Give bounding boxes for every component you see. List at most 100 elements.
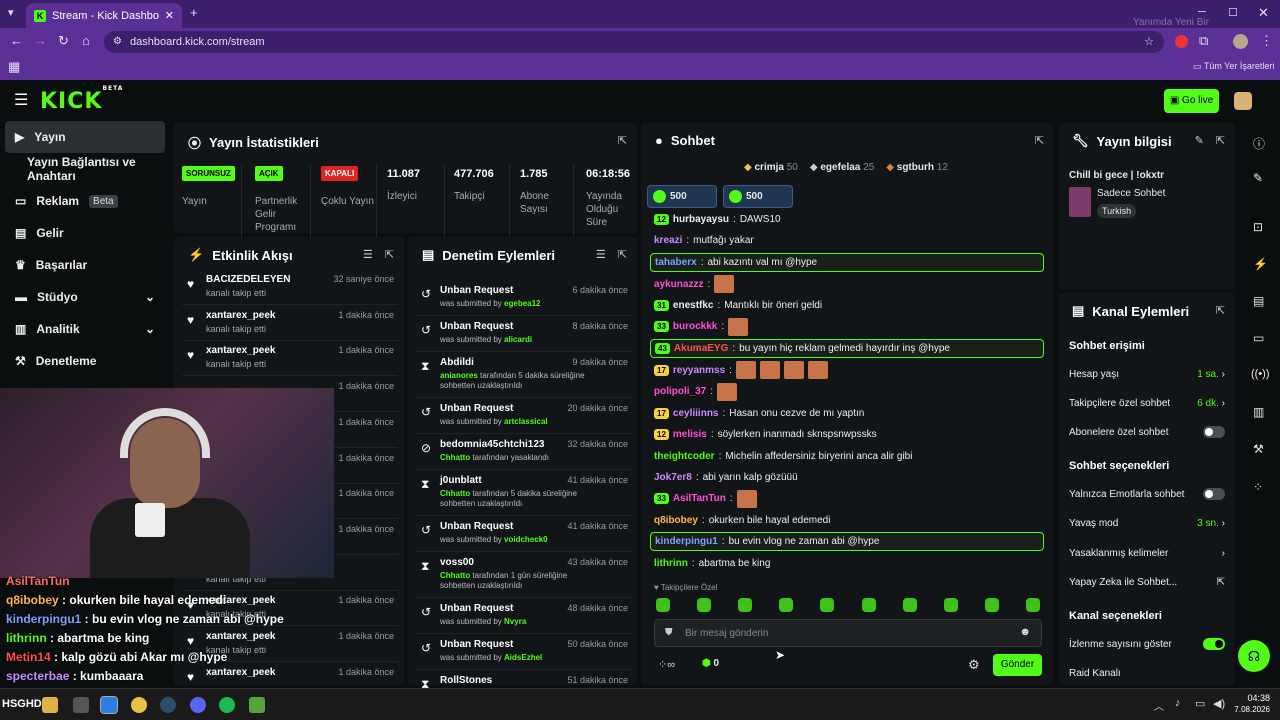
moderation-item[interactable]: ↺ Unban Request was submitted by artclassi… [416,398,632,434]
chat-message[interactable]: kreazi: mutfağı yakar [650,231,1044,250]
moderation-moderator[interactable]: egebea12 [504,299,540,308]
quick-emote-icon[interactable] [820,598,835,612]
quick-emote-icon[interactable] [943,598,958,612]
chat-username[interactable]: ceyliiinns [673,408,719,419]
pinned-gift-2[interactable]: 500 [723,185,793,208]
dots-icon[interactable]: ⁘ [1253,480,1263,494]
all-bookmarks-folder[interactable]: ▭ Tüm Yer İşaretleri [1193,61,1274,72]
quick-emote-icon[interactable] [984,598,999,612]
chat-message[interactable]: tahaberx: abi kazıntı val mı @hype [650,252,1044,272]
chat-username[interactable]: q8ibobey [654,515,698,526]
user-avatar[interactable] [1234,92,1252,110]
reload-icon[interactable]: ↻ [58,33,69,49]
chat-username[interactable]: burockkk [673,321,717,332]
channel-points[interactable]: ⬢ 0 [702,658,719,669]
chat-username[interactable]: theightcoder [654,451,715,462]
obs-icon[interactable] [100,696,118,714]
bolt-icon[interactable]: ⚡ [1253,257,1268,271]
mic-icon[interactable]: ♪ [1175,697,1181,709]
chat-message[interactable]: 33 AsilTanTun: [650,489,1044,508]
activity-item[interactable]: ♥ xantarex_peek kanalı takip etti 1 dakika … [182,340,398,377]
menu-hamburger-icon[interactable]: ☰ [14,90,28,110]
banned-words-setting[interactable]: Yasaklanmış kelimeler › [1069,544,1225,562]
chat-username[interactable]: hurbayaysu [673,214,729,225]
quick-emote-icon[interactable] [697,598,712,612]
file-explorer-icon[interactable] [42,697,58,713]
gifter-item[interactable]: ◆ sgtburh 12 [886,162,948,173]
slow-mode-setting[interactable]: Yavaş mod 3 sn. › [1069,514,1225,532]
extensions-puzzle-icon[interactable]: ⧉ [1199,33,1208,49]
moderation-item[interactable]: ↺ Unban Request was submitted by egebea12 6… [416,280,632,316]
discord-icon[interactable] [190,697,206,713]
moderation-item[interactable]: ⧗ Abdildi anianores tarafından 5 dakika sü… [416,352,632,398]
popout-icon[interactable]: ⇱ [618,248,627,261]
kick-logo[interactable]: KICKBETA [40,85,123,114]
steam-icon[interactable] [160,697,176,713]
raid-setting[interactable]: Raid Kanalı [1069,664,1225,682]
moderation-moderator[interactable]: Nvyra [504,617,526,626]
go-live-button[interactable]: ▣ Go live [1164,89,1219,113]
quick-emote-icon[interactable] [738,598,753,612]
chat-username[interactable]: tahaberx [655,257,697,268]
moderation-item[interactable]: ⧗ j0unblatt Chhatto tarafından 5 dakika sü… [416,470,632,516]
extension-icon[interactable] [1175,35,1188,48]
chat-username[interactable]: reyyanmss [673,365,725,376]
chat-username[interactable]: AkumaEYG [674,343,728,354]
subs-only-toggle[interactable] [1203,426,1225,438]
apps-grid-icon[interactable]: ▦ [8,59,20,75]
minimize-icon[interactable]: ─ [1198,6,1206,18]
edit-icon[interactable]: ✎ [1253,171,1263,185]
close-tab-icon[interactable]: ✕ [165,9,174,22]
popout-icon[interactable]: ⇱ [385,248,394,261]
spotify-icon[interactable] [219,697,235,713]
forward-icon[interactable]: → [34,33,47,48]
moderation-moderator[interactable]: AidsEzhel [504,653,542,662]
moderation-moderator[interactable]: Chhatto [440,489,470,498]
sidebar-item-analitik[interactable]: ▥ Analitik ⌄ [5,313,165,345]
pinned-gift-1[interactable]: 500 [647,185,717,208]
settings-gear-icon[interactable]: ⚙ [968,657,980,673]
maximize-icon[interactable]: ☐ [1228,6,1238,19]
chat-message[interactable]: lithrinn: abartma be king [650,554,1044,573]
chat-message[interactable]: Jok7er8: abi yarın kalp gözüüü [650,468,1044,487]
chat-message[interactable]: 12 melisis: söylerken inanmadı sknspsnwpss… [650,425,1044,444]
chat-message-input[interactable]: ⛊ Bir mesaj gönderin ☻ [654,619,1042,647]
chat-message[interactable]: 33 burockkk: [650,317,1044,336]
app-icon[interactable] [249,697,265,713]
chat-username[interactable]: AsilTanTun [673,493,726,504]
moderation-moderator[interactable]: Chhatto [440,453,470,462]
emote-only-toggle[interactable] [1203,488,1225,500]
emoji-picker-icon[interactable]: ☻ [1019,626,1031,638]
chat-username[interactable]: lithrinn [654,558,688,569]
chat-username[interactable]: Jok7er8 [654,472,692,483]
chat-message[interactable]: kinderpingu1: bu evin vlog ne zaman abi @… [650,531,1044,551]
moderation-moderator[interactable]: alicardi [504,335,532,344]
gifter-item[interactable]: ◆ egefelaa 25 [810,162,874,173]
chat-username[interactable]: polipoli_37 [654,386,706,397]
quick-emote-icon[interactable] [1025,598,1040,612]
close-window-icon[interactable]: ✕ [1258,5,1269,21]
moderation-item[interactable]: ⧗ voss00 Chhatto tarafından 1 gün süreliği… [416,552,632,598]
moderation-item[interactable]: ↺ Unban Request was submitted by Nvyra 48 d… [416,598,632,634]
filter-icon[interactable]: ☰ [596,248,606,261]
calculator-icon[interactable] [73,697,89,713]
popout-icon[interactable]: ⇱ [1216,134,1225,147]
chat-message[interactable]: q8ibobey: okurken bile hayal edemedi [650,511,1044,530]
chat-message[interactable]: 17 ceyliiinns: Hasan onu cezve de mı yaptı… [650,404,1044,423]
popout-icon[interactable]: ⇱ [1035,134,1044,147]
edit-pencil-icon[interactable]: ✎ [1195,134,1204,147]
tray-chevron-icon[interactable]: ︿ [1154,698,1164,713]
url-input[interactable]: ⚙ dashboard.kick.com/stream ☆ [104,31,1164,53]
chat-message[interactable]: 43 AkumaEYG: bu yayın hiç reklam gelmedi h… [650,338,1044,358]
chat-username[interactable]: enestfkc [673,300,714,311]
quick-emote-icon[interactable] [861,598,876,612]
chat-message[interactable]: 17 reyyanmss: [650,361,1044,380]
home-icon[interactable]: ⌂ [82,33,90,48]
sidebar-item-yayin[interactable]: ▶ Yayın [5,121,165,153]
layers-icon[interactable]: ▥ [1253,405,1264,419]
followers-only-setting[interactable]: Takipçilere özel sohbet 6 dk. › [1069,394,1225,412]
profile-avatar[interactable] [1233,34,1248,49]
volume-icon[interactable]: ◀) [1213,697,1225,710]
crop-icon[interactable]: ⊡ [1253,220,1263,234]
chat-username[interactable]: melisis [673,429,707,440]
